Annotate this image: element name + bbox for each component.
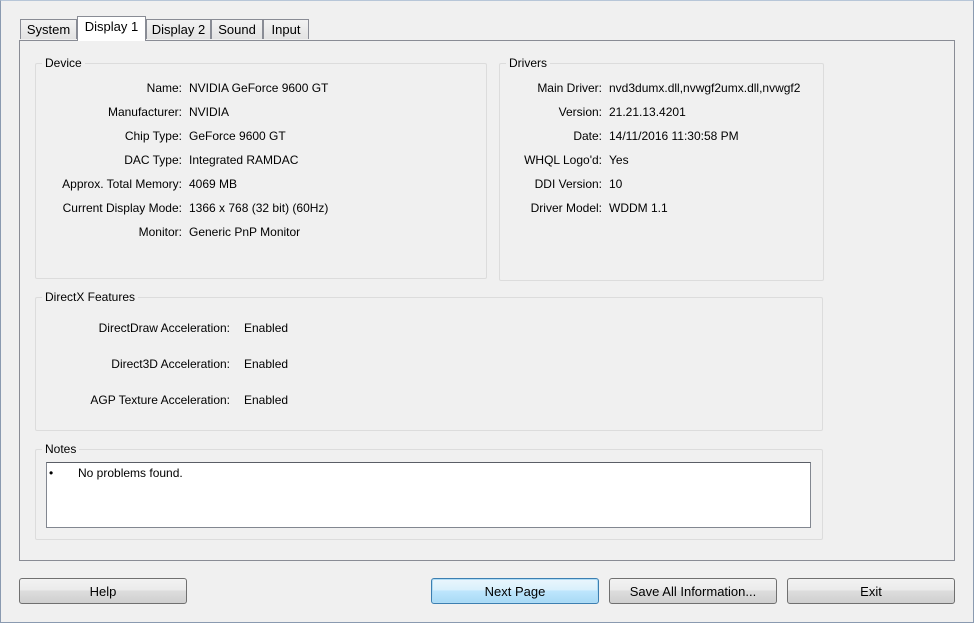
notes-group: Notes • No problems found.: [35, 442, 823, 540]
drivers-label: Main Driver:: [537, 81, 602, 95]
directx-value: Enabled: [244, 393, 289, 407]
drivers-row-main-driver: Main Driver: nvd3dumx.dll,nvwgf2umx.dll,…: [500, 80, 823, 96]
drivers-value: WDDM 1.1: [609, 201, 668, 215]
exit-button[interactable]: Exit: [787, 578, 955, 604]
device-value: 1366 x 768 (32 bit) (60Hz): [189, 201, 329, 215]
device-value: Generic PnP Monitor: [189, 225, 301, 239]
device-row-dac-type: DAC Type: Integrated RAMDAC: [36, 152, 486, 168]
device-value: GeForce 9600 GT: [189, 129, 286, 143]
device-label: DAC Type:: [124, 153, 182, 167]
device-label: Monitor:: [138, 225, 182, 239]
directdraw-row: DirectDraw Acceleration: Enabled: [36, 320, 822, 336]
tab-display-1[interactable]: Display 1: [77, 16, 146, 41]
drivers-row-ddi-version: DDI Version: 10: [500, 176, 823, 192]
drivers-value: Yes: [609, 153, 629, 167]
drivers-label: Date:: [573, 129, 602, 143]
device-label: Manufacturer:: [107, 105, 182, 119]
directx-value: Enabled: [244, 321, 289, 335]
tab-panel-display-1: Device Name: NVIDIA GeForce 9600 GT Manu…: [19, 40, 955, 561]
drivers-group: Drivers Main Driver: nvd3dumx.dll,nvwgf2…: [499, 56, 824, 281]
bullet-icon: •: [49, 466, 54, 480]
drivers-row-version: Version: 21.21.13.4201: [500, 104, 823, 120]
directx-value: Enabled: [244, 357, 289, 371]
directx-features-group: DirectX Features DirectDraw Acceleration…: [35, 290, 823, 431]
device-group-title: Device: [42, 56, 85, 70]
notes-title: Notes: [42, 442, 80, 456]
drivers-row-driver-model: Driver Model: WDDM 1.1: [500, 200, 823, 216]
device-label: Name:: [146, 81, 182, 95]
device-row-name: Name: NVIDIA GeForce 9600 GT: [36, 80, 486, 96]
device-value: NVIDIA GeForce 9600 GT: [189, 81, 329, 95]
drivers-value: 10: [609, 177, 623, 191]
device-row-monitor: Monitor: Generic PnP Monitor: [36, 224, 486, 240]
drivers-group-title: Drivers: [506, 56, 550, 70]
drivers-label: WHQL Logo'd:: [524, 153, 602, 167]
device-value: NVIDIA: [189, 105, 230, 119]
help-button[interactable]: Help: [19, 578, 187, 604]
device-row-total-memory: Approx. Total Memory: 4069 MB: [36, 176, 486, 192]
drivers-label: Version:: [558, 105, 602, 119]
drivers-label: Driver Model:: [530, 201, 602, 215]
tab-system[interactable]: System: [20, 19, 77, 39]
tab-input[interactable]: Input: [263, 19, 309, 39]
directx-label: DirectDraw Acceleration:: [98, 321, 230, 335]
directx-features-title: DirectX Features: [42, 290, 139, 304]
directx-label: Direct3D Acceleration:: [111, 357, 230, 371]
next-page-button[interactable]: Next Page: [431, 578, 599, 604]
directx-label: AGP Texture Acceleration:: [90, 393, 230, 407]
save-all-information-button[interactable]: Save All Information...: [609, 578, 777, 604]
device-row-display-mode: Current Display Mode: 1366 x 768 (32 bit…: [36, 200, 486, 216]
drivers-value: nvd3dumx.dll,nvwgf2umx.dll,nvwgf2: [609, 81, 801, 95]
tab-sound[interactable]: Sound: [211, 19, 263, 39]
device-label: Current Display Mode:: [62, 201, 182, 215]
drivers-row-whql: WHQL Logo'd: Yes: [500, 152, 823, 168]
device-row-manufacturer: Manufacturer: NVIDIA: [36, 104, 486, 120]
device-value: Integrated RAMDAC: [189, 153, 299, 167]
agp-texture-row: AGP Texture Acceleration: Enabled: [36, 392, 822, 408]
drivers-value: 14/11/2016 11:30:58 PM: [609, 129, 739, 143]
direct3d-row: Direct3D Acceleration: Enabled: [36, 356, 822, 372]
drivers-label: DDI Version:: [534, 177, 602, 191]
notes-textbox[interactable]: • No problems found.: [46, 462, 811, 528]
drivers-value: 21.21.13.4201: [609, 105, 686, 119]
drivers-row-date: Date: 14/11/2016 11:30:58 PM: [500, 128, 823, 144]
tab-display-2[interactable]: Display 2: [146, 19, 211, 39]
device-label: Approx. Total Memory:: [62, 177, 182, 191]
device-label: Chip Type:: [124, 129, 182, 143]
device-value: 4069 MB: [189, 177, 238, 191]
note-item: No problems found.: [78, 466, 183, 480]
device-group: Device Name: NVIDIA GeForce 9600 GT Manu…: [35, 56, 487, 279]
device-row-chip-type: Chip Type: GeForce 9600 GT: [36, 128, 486, 144]
